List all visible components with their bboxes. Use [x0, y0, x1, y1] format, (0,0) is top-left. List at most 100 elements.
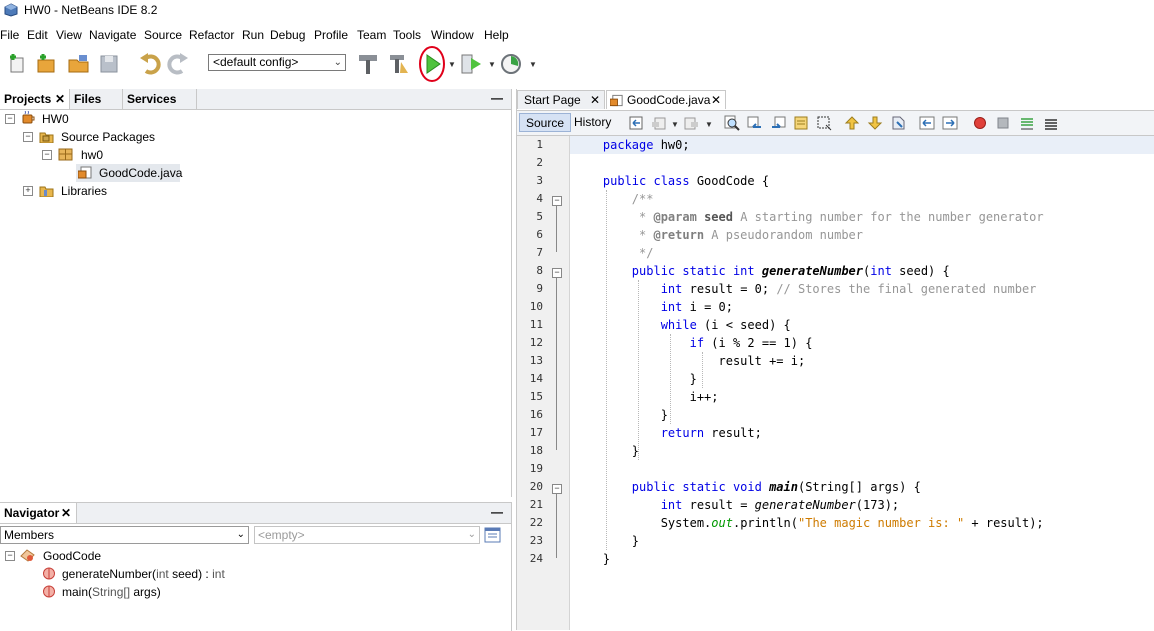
redo-icon[interactable]	[166, 52, 190, 76]
line-number: 19	[529, 462, 543, 475]
line-number: 14	[529, 372, 543, 385]
toggle-rectangular-selection-icon[interactable]	[816, 115, 832, 131]
clean-build-icon[interactable]	[387, 52, 411, 76]
shift-right-icon[interactable]	[942, 115, 958, 131]
main-toolbar: <default config> ⌄ ▼ ▼ ▼	[0, 46, 1154, 86]
javadoc-pane-icon[interactable]	[484, 527, 501, 543]
code-line: public static void main(String[] args) {	[631, 480, 921, 494]
tree-label-file: GoodCode.java	[99, 166, 183, 180]
menu-file[interactable]: File	[0, 28, 19, 42]
fold-collapse-icon[interactable]: −	[552, 268, 562, 278]
new-project-icon[interactable]	[34, 52, 58, 76]
tab-projects[interactable]: Projects ✕	[0, 89, 70, 109]
toggle-highlight-icon[interactable]	[793, 115, 809, 131]
build-hammer-icon[interactable]	[356, 52, 380, 76]
line-number: 15	[529, 390, 543, 403]
undo-icon[interactable]	[138, 52, 162, 76]
shift-left-icon[interactable]	[919, 115, 935, 131]
forward-dropdown-icon[interactable]: ▼	[705, 120, 713, 129]
secondary-filter-select[interactable]: <empty> ⌄	[254, 526, 480, 544]
config-selector[interactable]: <default config> ⌄	[208, 54, 346, 71]
back-icon[interactable]	[651, 115, 667, 131]
menu-window[interactable]: Window	[431, 28, 474, 42]
profile-gauge-icon[interactable]	[499, 52, 523, 76]
debug-dropdown-icon[interactable]: ▼	[488, 60, 496, 69]
tree-item-libraries[interactable]: + Libraries	[0, 182, 200, 200]
comment-icon[interactable]	[1043, 115, 1059, 131]
open-project-icon[interactable]	[67, 52, 91, 76]
menu-view[interactable]: View	[56, 28, 82, 42]
minimize-icon[interactable]: —	[491, 505, 503, 519]
tree-item-file[interactable]: GoodCode.java	[76, 164, 183, 182]
collapse-toggle-icon[interactable]: −	[23, 132, 33, 142]
navigator-class-name: GoodCode	[43, 549, 102, 563]
menu-team[interactable]: Team	[357, 28, 386, 42]
source-view-label: Source	[526, 116, 565, 130]
tab-services[interactable]: Services	[123, 89, 197, 109]
navigator-class-node[interactable]: − GoodCode	[0, 547, 200, 565]
menu-source[interactable]: Source	[144, 28, 182, 42]
fold-collapse-icon[interactable]: −	[552, 196, 562, 206]
close-icon[interactable]: ✕	[711, 91, 721, 110]
back-dropdown-icon[interactable]: ▼	[671, 120, 679, 129]
chevron-down-icon: ⌄	[467, 529, 476, 540]
navigator-member-item[interactable]: main(String[] args)	[0, 583, 260, 601]
minimize-icon[interactable]: —	[491, 91, 503, 105]
code-line: public static int generateNumber(int see…	[631, 264, 950, 278]
tab-files[interactable]: Files	[70, 89, 123, 109]
save-all-icon[interactable]	[98, 52, 122, 76]
toggle-bookmark-icon[interactable]	[890, 115, 906, 131]
previous-bookmark-icon[interactable]	[844, 115, 860, 131]
code-line: * @return A pseudorandom number	[631, 228, 864, 242]
navigator-member-item[interactable]: generateNumber(int seed) : int	[0, 565, 260, 583]
code-area[interactable]: package hw0; public class GoodCode { /**…	[570, 136, 1154, 630]
tab-start-page[interactable]: Start Page ✕	[517, 90, 605, 109]
chevron-down-icon: ⌄	[333, 57, 342, 68]
menu-profile[interactable]: Profile	[314, 28, 348, 42]
code-line: int result = generateNumber(173);	[660, 498, 900, 512]
fold-collapse-icon[interactable]: −	[552, 484, 562, 494]
line-number: 5	[536, 210, 543, 223]
menu-navigate[interactable]: Navigate	[89, 28, 136, 42]
run-dropdown-icon[interactable]: ▼	[448, 60, 456, 69]
members-filter-select[interactable]: Members ⌄	[0, 526, 249, 544]
find-icon[interactable]	[724, 115, 740, 131]
find-previous-icon[interactable]	[747, 115, 763, 131]
tree-item-project[interactable]: − HW0	[0, 110, 200, 128]
menu-edit[interactable]: Edit	[27, 28, 48, 42]
history-view-button[interactable]: History	[568, 113, 617, 132]
menu-debug[interactable]: Debug	[270, 28, 305, 42]
source-view-button[interactable]: Source	[519, 113, 572, 132]
source-packages-folder-icon	[39, 132, 54, 143]
collapse-toggle-icon[interactable]: −	[5, 551, 15, 561]
menu-run[interactable]: Run	[242, 28, 264, 42]
profile-dropdown-icon[interactable]: ▼	[529, 60, 537, 69]
tab-navigator[interactable]: Navigator ✕	[0, 503, 77, 523]
menu-tools[interactable]: Tools	[393, 28, 421, 42]
menu-help[interactable]: Help	[484, 28, 509, 42]
close-icon[interactable]: ✕	[590, 91, 600, 110]
line-number: 10	[529, 300, 543, 313]
tree-label-package: hw0	[81, 148, 104, 162]
stop-macro-recording-icon[interactable]	[995, 115, 1011, 131]
find-next-icon[interactable]	[770, 115, 786, 131]
line-number: 17	[529, 426, 543, 439]
code-line: i++;	[689, 390, 719, 404]
next-bookmark-icon[interactable]	[867, 115, 883, 131]
new-file-icon[interactable]	[6, 52, 30, 76]
debug-project-icon[interactable]	[459, 52, 483, 76]
uncomment-icon[interactable]	[1019, 115, 1035, 131]
collapse-toggle-icon[interactable]: −	[5, 114, 15, 124]
collapse-toggle-icon[interactable]: −	[42, 150, 52, 160]
tab-goodcode-java[interactable]: GoodCode.java ✕	[606, 90, 726, 109]
last-edit-icon[interactable]	[628, 115, 644, 131]
tree-item-source-packages[interactable]: − Source Packages	[0, 128, 220, 146]
menu-refactor[interactable]: Refactor	[189, 28, 234, 42]
tree-item-package[interactable]: − hw0	[0, 146, 200, 164]
forward-icon[interactable]	[683, 115, 699, 131]
close-icon[interactable]: ✕	[55, 89, 65, 109]
start-macro-recording-icon[interactable]	[972, 115, 988, 131]
expand-toggle-icon[interactable]: +	[23, 186, 33, 196]
netbeans-cube-icon	[4, 3, 18, 17]
close-icon[interactable]: ✕	[61, 503, 71, 523]
